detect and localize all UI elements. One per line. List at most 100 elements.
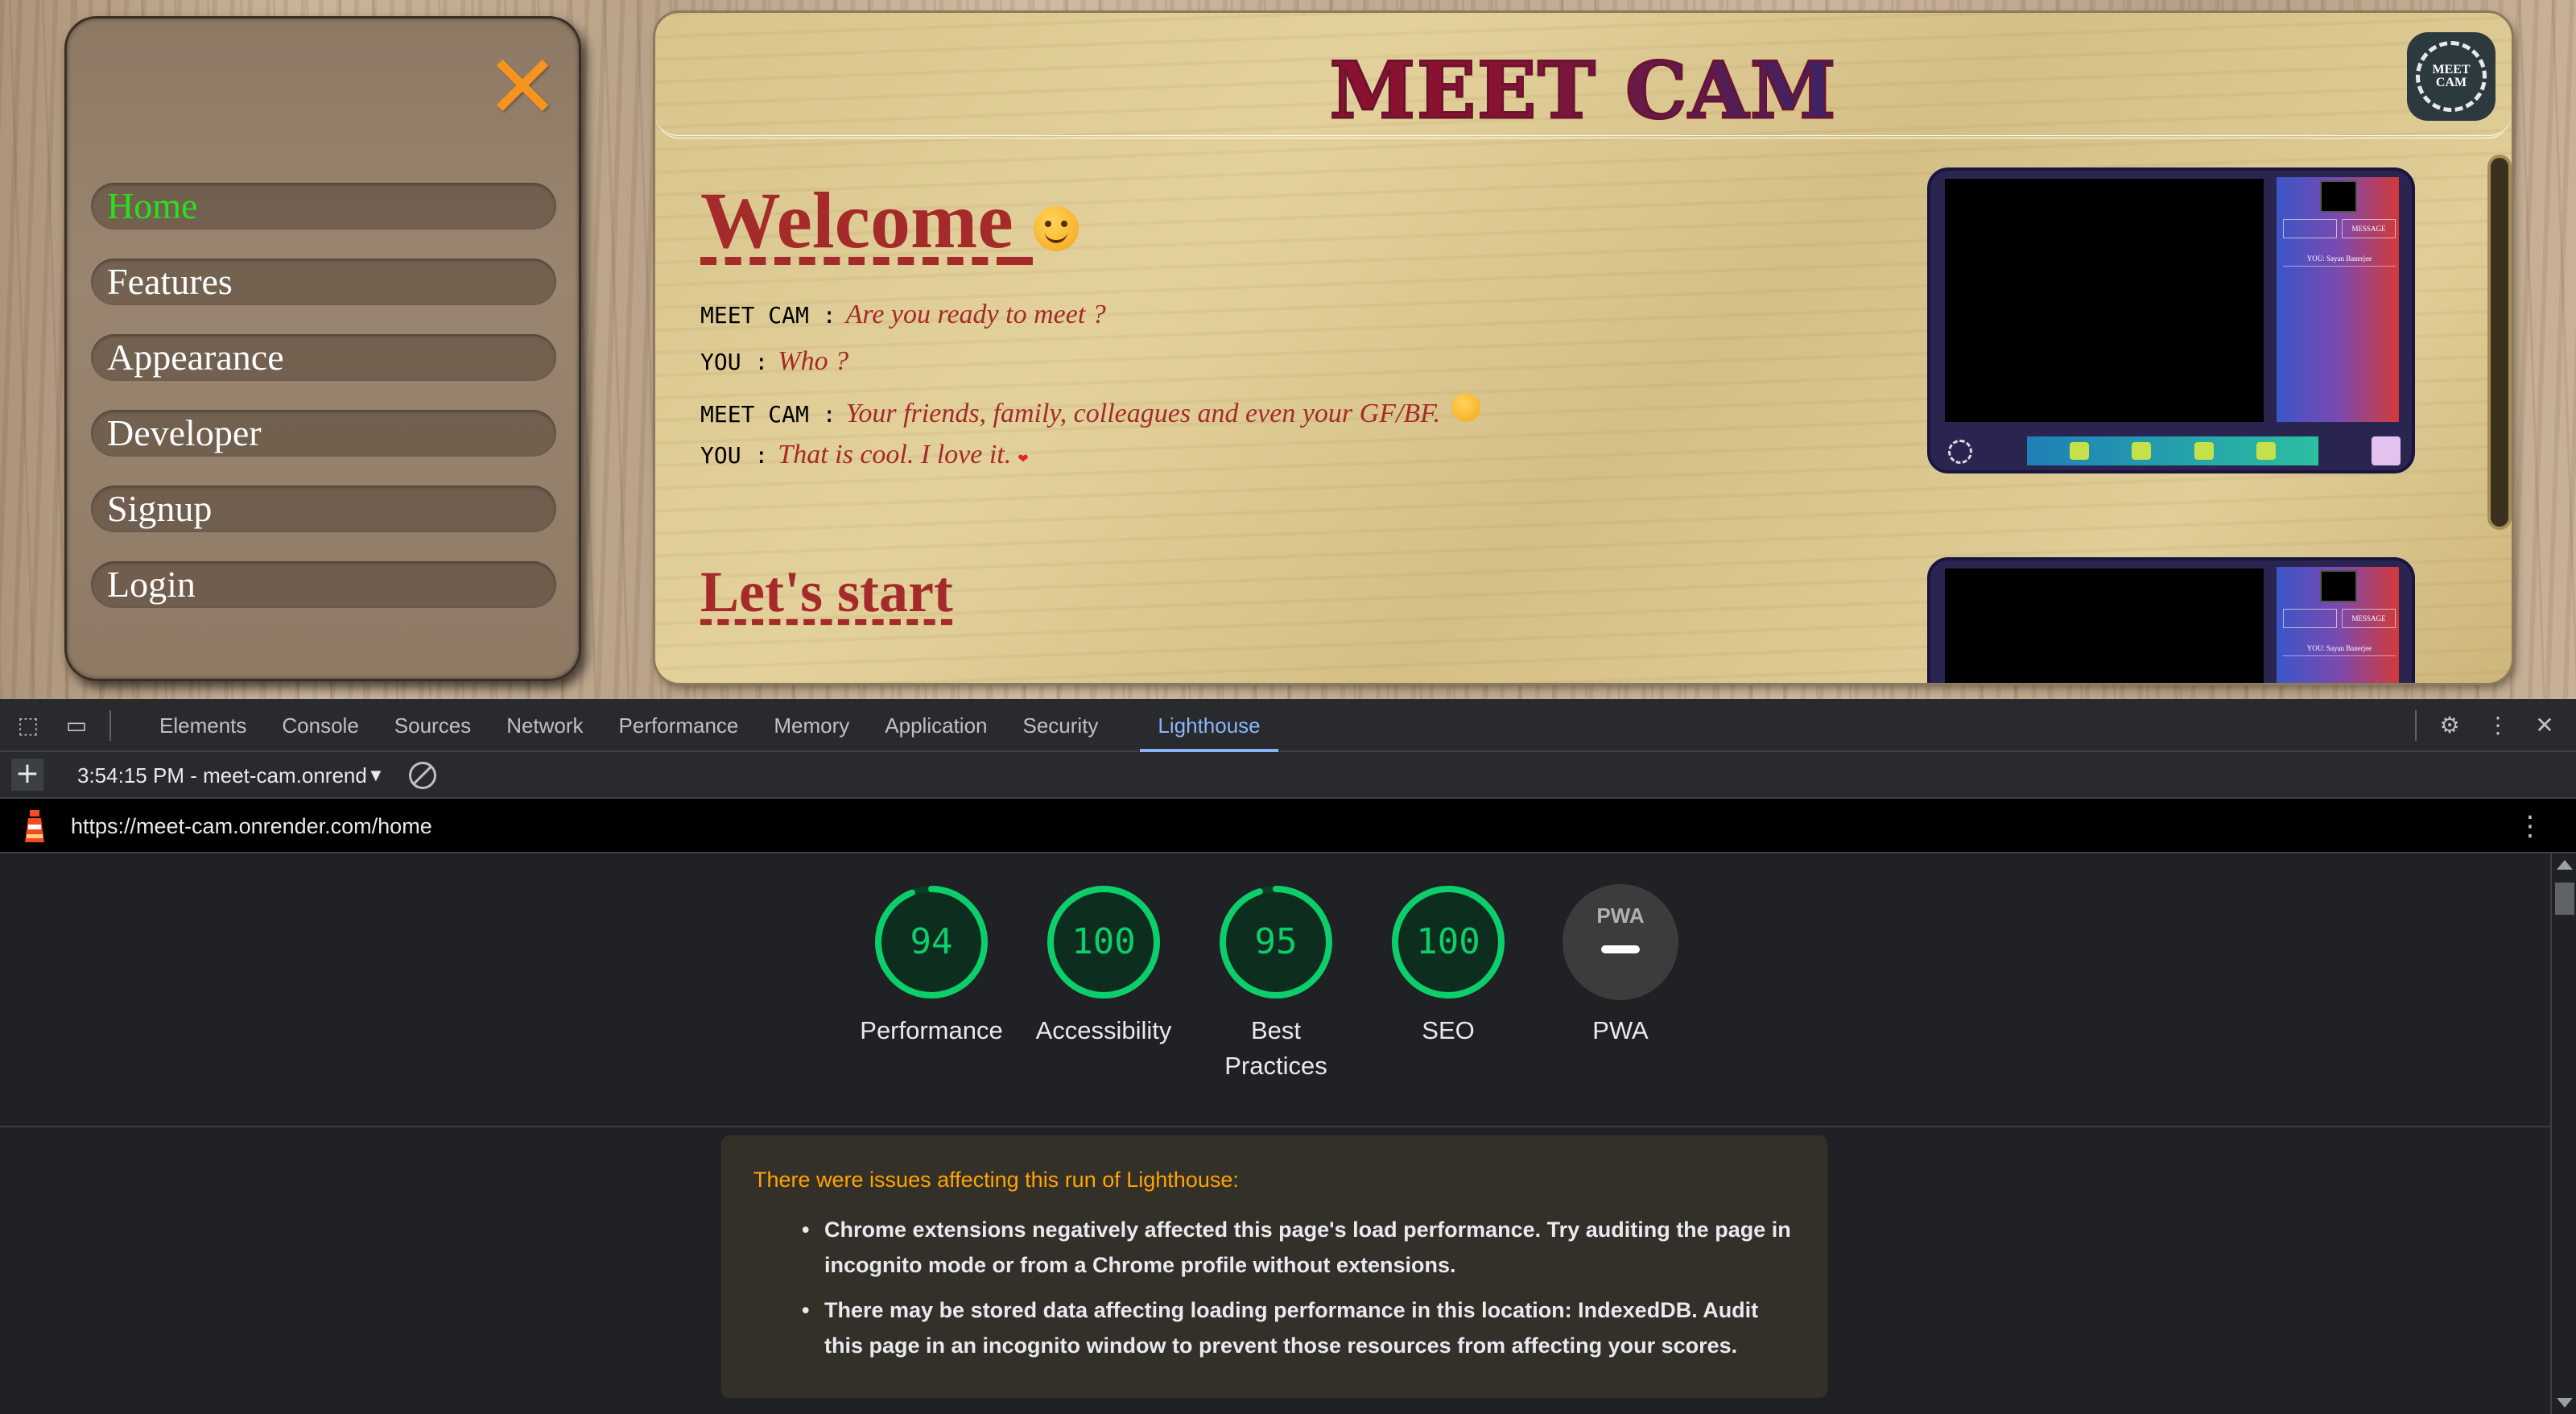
tab-application[interactable]: Application <box>867 699 1005 752</box>
panel-scrollbar[interactable] <box>2487 155 2512 530</box>
tab-network[interactable]: Network <box>489 699 601 752</box>
tab-memory[interactable]: Memory <box>756 699 867 752</box>
nav-item-features[interactable]: Features <box>91 258 556 305</box>
new-report-plus-icon[interactable]: + <box>11 759 43 791</box>
preview-self-video <box>2320 570 2357 602</box>
device-toolbar-icon[interactable]: ▭ <box>63 712 90 739</box>
tab-sources[interactable]: Sources <box>377 699 489 752</box>
score-best-practices[interactable]: 95 Best Practices <box>1190 884 1362 1084</box>
close-icon[interactable]: ✕ <box>485 43 559 131</box>
dialog-text: Are you ready to meet ? <box>845 300 1106 329</box>
app-preview-image: MESSAGE YOU: Sayan Banerjee <box>1927 557 2415 683</box>
devtools-tabs: Elements Console Sources Network Perform… <box>142 699 1278 752</box>
score-performance[interactable]: 94 Performance <box>845 884 1018 1048</box>
tab-elements[interactable]: Elements <box>142 699 264 752</box>
warning-list: Chrome extensions negatively affected th… <box>753 1212 1795 1363</box>
nav-item-developer[interactable]: Developer <box>91 410 556 457</box>
score-value: 94 <box>910 921 953 962</box>
score-value: 100 <box>1416 921 1480 962</box>
lighthouse-toolbar: + 3:54:15 PM - meet-cam.onrender.com ▼ <box>0 752 2576 799</box>
tab-console[interactable]: Console <box>264 699 376 752</box>
preview-tab <box>2283 609 2337 628</box>
preview-tab <box>2283 219 2337 238</box>
pwa-badge: PWA <box>1563 884 1678 1000</box>
dialog-line: MEET CAM : Are you ready to meet ? <box>700 300 1908 346</box>
score-pwa[interactable]: PWA PWA <box>1534 884 1707 1048</box>
dialog-speaker: MEET CAM : <box>700 401 836 428</box>
dialog: MEET CAM : Are you ready to meet ? YOU :… <box>700 300 1908 486</box>
gauge-ring: 100 <box>1046 884 1162 1000</box>
devtools-scrollbar[interactable] <box>2550 854 2576 1414</box>
settings-gear-icon[interactable]: ⚙ <box>2436 712 2463 739</box>
devtools: ⬚ ▭ Elements Console Sources Network Per… <box>0 699 2576 1414</box>
nav-item-appearance[interactable]: Appearance <box>91 334 556 381</box>
report-menu-icon[interactable]: ⋮ <box>2516 799 2544 854</box>
score-label: Performance <box>860 1016 1003 1044</box>
gauge-ring: 100 <box>1390 884 1506 1000</box>
app-preview-image: MESSAGE YOU: Sayan Banerjee <box>1927 167 2415 473</box>
preview-tab: MESSAGE <box>2342 609 2396 628</box>
preview-self-video <box>2320 180 2357 213</box>
lighthouse-icon <box>25 810 44 842</box>
preview-you-label: YOU: Sayan Banerjee <box>2283 644 2396 656</box>
section-divider <box>0 1126 2550 1127</box>
logo[interactable]: MEET CAM <box>2407 32 2496 121</box>
main-panel: MEET CAM MEET CAM Welcome MEET CAM : Are… <box>655 13 2512 683</box>
preview-you-label: YOU: Sayan Banerjee <box>2283 254 2396 267</box>
report-select[interactable]: 3:54:15 PM - meet-cam.onrender.com <box>77 752 367 799</box>
dialog-text: Your friends, family, colleagues and eve… <box>845 399 1441 428</box>
close-devtools-icon[interactable]: ✕ <box>2531 712 2558 739</box>
pwa-dash-icon <box>1601 945 1640 953</box>
preview-sidebar: MESSAGE YOU: Sayan Banerjee <box>2277 177 2399 422</box>
scroll-thumb[interactable] <box>2555 883 2574 915</box>
wink-emoji-icon <box>1451 393 1481 422</box>
more-options-icon[interactable]: ⋮ <box>2484 712 2512 739</box>
toolbar-divider <box>2415 710 2417 741</box>
preview-tabs: MESSAGE <box>2283 219 2396 238</box>
score-label: PWA <box>1592 1016 1649 1044</box>
nav-item-home[interactable]: Home <box>91 183 556 229</box>
inspect-element-icon[interactable]: ⬚ <box>14 712 42 739</box>
tab-lighthouse[interactable]: Lighthouse <box>1140 699 1278 752</box>
scroll-up-icon[interactable] <box>2557 860 2573 870</box>
dialog-text: Who ? <box>778 346 849 376</box>
layout-icon <box>2372 436 2401 465</box>
gauge-ring: 95 <box>1218 884 1334 1000</box>
dialog-line: YOU : That is cool. I love it. ❤ <box>700 440 1908 486</box>
more-icon <box>2256 442 2276 460</box>
devtools-tabbar: ⬚ ▭ Elements Console Sources Network Per… <box>0 699 2576 752</box>
welcome-text: Welcome <box>700 176 1013 265</box>
tab-security[interactable]: Security <box>1005 699 1117 752</box>
toolbar-divider <box>109 710 111 741</box>
score-accessibility[interactable]: 100 Accessibility <box>1018 884 1190 1048</box>
preview-tabs: MESSAGE <box>2283 609 2396 628</box>
clear-all-icon[interactable] <box>409 762 436 789</box>
scroll-down-icon[interactable] <box>2557 1398 2573 1408</box>
report-url-bar: https://meet-cam.onrender.com/home ⋮ <box>0 799 2576 854</box>
chevron-down-icon[interactable]: ▼ <box>367 765 385 786</box>
welcome-heading: Welcome <box>700 174 1079 267</box>
dialog-speaker: YOU : <box>700 442 769 469</box>
sidebar-nav: Home Features Appearance Developer Signu… <box>91 183 556 637</box>
gauge-ring: 94 <box>873 884 989 1000</box>
heart-icon: ❤ <box>1018 453 1029 466</box>
tab-performance[interactable]: Performance <box>601 699 757 752</box>
camera-icon <box>2070 442 2090 460</box>
preview-video <box>1945 568 2264 683</box>
warning-heading: There were issues affecting this run of … <box>753 1168 1239 1192</box>
site-title: MEET CAM <box>655 44 2512 138</box>
score-seo[interactable]: 100 SEO <box>1362 884 1534 1048</box>
score-label: Accessibility <box>1035 1016 1172 1044</box>
dialog-speaker: MEET CAM : <box>700 302 836 329</box>
preview-logo-icon <box>1948 440 1972 464</box>
nav-item-signup[interactable]: Signup <box>91 486 556 532</box>
dialog-line: YOU : Who ? <box>700 346 1908 393</box>
mic-icon <box>2132 442 2152 460</box>
sidebar: ✕ Home Features Appearance Developer Sig… <box>64 16 581 681</box>
warning-item: There may be stored data affecting loadi… <box>753 1292 1795 1363</box>
report-url: https://meet-cam.onrender.com/home <box>71 814 432 838</box>
nav-item-login[interactable]: Login <box>91 561 556 608</box>
preview-video <box>1945 179 2264 422</box>
hangup-icon <box>2194 442 2214 460</box>
score-label: SEO <box>1422 1016 1475 1044</box>
